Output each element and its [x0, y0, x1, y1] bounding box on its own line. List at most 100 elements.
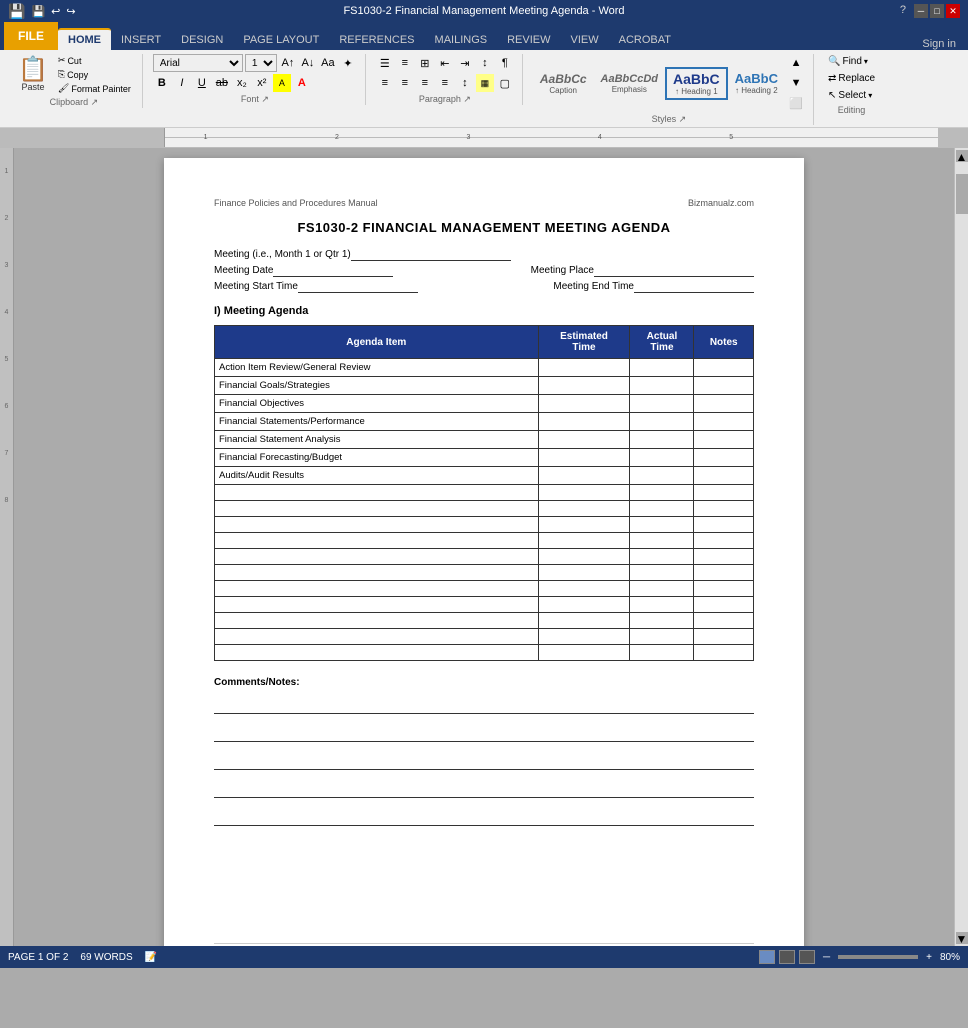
tab-page-layout[interactable]: PAGE LAYOUT — [233, 30, 329, 50]
table-cell-2-2[interactable] — [630, 395, 694, 413]
styles-scroll-down[interactable]: ▼ — [787, 74, 805, 92]
tab-home[interactable]: HOME — [58, 28, 111, 50]
format-painter-button[interactable]: 🖌 Format Painter — [55, 82, 134, 95]
underline-button[interactable]: U — [193, 74, 211, 92]
table-cell-12-0[interactable] — [215, 565, 539, 581]
table-cell-11-0[interactable] — [215, 549, 539, 565]
strikethrough-button[interactable]: ab — [213, 74, 231, 92]
font-name-select[interactable]: Arial — [153, 54, 243, 72]
align-right-button[interactable]: ≡ — [416, 74, 434, 92]
table-cell-11-3[interactable] — [694, 549, 754, 565]
table-cell-9-3[interactable] — [694, 517, 754, 533]
table-cell-16-0[interactable] — [215, 629, 539, 645]
table-cell-14-0[interactable] — [215, 597, 539, 613]
table-cell-16-1[interactable] — [538, 629, 630, 645]
shading-button[interactable]: ▦ — [476, 74, 494, 92]
table-cell-13-0[interactable] — [215, 581, 539, 597]
table-cell-7-1[interactable] — [538, 485, 630, 501]
table-cell-2-3[interactable] — [694, 395, 754, 413]
comment-line-4[interactable] — [214, 778, 754, 798]
show-formatting-button[interactable]: ¶ — [496, 54, 514, 72]
table-cell-9-1[interactable] — [538, 517, 630, 533]
align-left-button[interactable]: ≡ — [376, 74, 394, 92]
tab-review[interactable]: REVIEW — [497, 30, 560, 50]
maximize-btn[interactable]: □ — [930, 4, 944, 18]
table-cell-14-3[interactable] — [694, 597, 754, 613]
table-cell-9-2[interactable] — [630, 517, 694, 533]
copy-button[interactable]: ⎘ Copy — [55, 68, 134, 81]
style-caption[interactable]: AaBbCc Caption — [533, 69, 594, 98]
table-cell-0-1[interactable] — [538, 359, 630, 377]
date-line[interactable] — [273, 265, 393, 277]
comment-line-5[interactable] — [214, 806, 754, 826]
line-spacing-button[interactable]: ↕ — [456, 74, 474, 92]
start-line[interactable] — [298, 281, 418, 293]
end-line[interactable] — [634, 281, 754, 293]
text-highlight-button[interactable]: A — [273, 74, 291, 92]
table-cell-15-3[interactable] — [694, 613, 754, 629]
table-cell-15-1[interactable] — [538, 613, 630, 629]
table-cell-17-3[interactable] — [694, 645, 754, 661]
table-cell-9-0[interactable] — [215, 517, 539, 533]
table-cell-4-0[interactable]: Financial Statement Analysis — [215, 431, 539, 449]
table-cell-0-0[interactable]: Action Item Review/General Review — [215, 359, 539, 377]
table-cell-1-0[interactable]: Financial Goals/Strategies — [215, 377, 539, 395]
place-line[interactable] — [594, 265, 754, 277]
table-cell-7-0[interactable] — [215, 485, 539, 501]
quick-access-undo[interactable]: ↩ — [51, 5, 60, 18]
font-color-button[interactable]: A — [293, 74, 311, 92]
paste-button[interactable]: 📋 Paste — [14, 56, 52, 94]
table-cell-10-2[interactable] — [630, 533, 694, 549]
read-mode-btn[interactable] — [779, 950, 795, 964]
increase-font-button[interactable]: A↑ — [279, 54, 297, 72]
table-cell-12-2[interactable] — [630, 565, 694, 581]
tab-view[interactable]: VIEW — [561, 30, 609, 50]
table-cell-10-0[interactable] — [215, 533, 539, 549]
replace-button[interactable]: ⇄ Replace — [824, 71, 879, 86]
ruler[interactable]: 1 2 3 4 5 — [165, 128, 938, 147]
print-layout-btn[interactable] — [759, 950, 775, 964]
table-cell-16-3[interactable] — [694, 629, 754, 645]
italic-button[interactable]: I — [173, 74, 191, 92]
table-cell-11-2[interactable] — [630, 549, 694, 565]
justify-button[interactable]: ≡ — [436, 74, 454, 92]
numbering-button[interactable]: ≡ — [396, 54, 414, 72]
superscript-button[interactable]: x² — [253, 74, 271, 92]
spelling-icon[interactable]: 📝 — [145, 952, 157, 963]
table-cell-15-0[interactable] — [215, 613, 539, 629]
select-button[interactable]: ↖ Select ▾ — [824, 88, 879, 103]
table-cell-1-1[interactable] — [538, 377, 630, 395]
table-cell-17-0[interactable] — [215, 645, 539, 661]
table-cell-5-3[interactable] — [694, 449, 754, 467]
table-cell-14-1[interactable] — [538, 597, 630, 613]
clear-formatting-button[interactable]: ✦ — [339, 54, 357, 72]
table-cell-12-1[interactable] — [538, 565, 630, 581]
subscript-button[interactable]: x₂ — [233, 74, 251, 92]
table-cell-6-1[interactable] — [538, 467, 630, 485]
comment-line-3[interactable] — [214, 750, 754, 770]
table-cell-10-1[interactable] — [538, 533, 630, 549]
decrease-font-button[interactable]: A↓ — [299, 54, 317, 72]
tab-design[interactable]: DESIGN — [171, 30, 233, 50]
table-cell-1-3[interactable] — [694, 377, 754, 395]
zoom-slider[interactable] — [838, 955, 918, 959]
table-cell-4-3[interactable] — [694, 431, 754, 449]
table-cell-3-1[interactable] — [538, 413, 630, 431]
zoom-level[interactable]: 80% — [940, 952, 960, 963]
cut-button[interactable]: ✂ Cut — [55, 54, 134, 67]
tab-insert[interactable]: INSERT — [111, 30, 171, 50]
font-size-select[interactable]: 12 — [245, 54, 277, 72]
table-cell-6-2[interactable] — [630, 467, 694, 485]
table-cell-16-2[interactable] — [630, 629, 694, 645]
table-cell-3-0[interactable]: Financial Statements/Performance — [215, 413, 539, 431]
table-cell-8-3[interactable] — [694, 501, 754, 517]
comment-line-1[interactable] — [214, 694, 754, 714]
table-cell-5-2[interactable] — [630, 449, 694, 467]
table-cell-2-1[interactable] — [538, 395, 630, 413]
minimize-btn[interactable]: ─ — [914, 4, 928, 18]
vertical-scrollbar[interactable]: ▲ ▼ — [954, 148, 968, 946]
table-cell-3-3[interactable] — [694, 413, 754, 431]
sort-button[interactable]: ↕ — [476, 54, 494, 72]
tab-mailings[interactable]: MAILINGS — [425, 30, 498, 50]
meeting-line[interactable] — [351, 249, 511, 261]
